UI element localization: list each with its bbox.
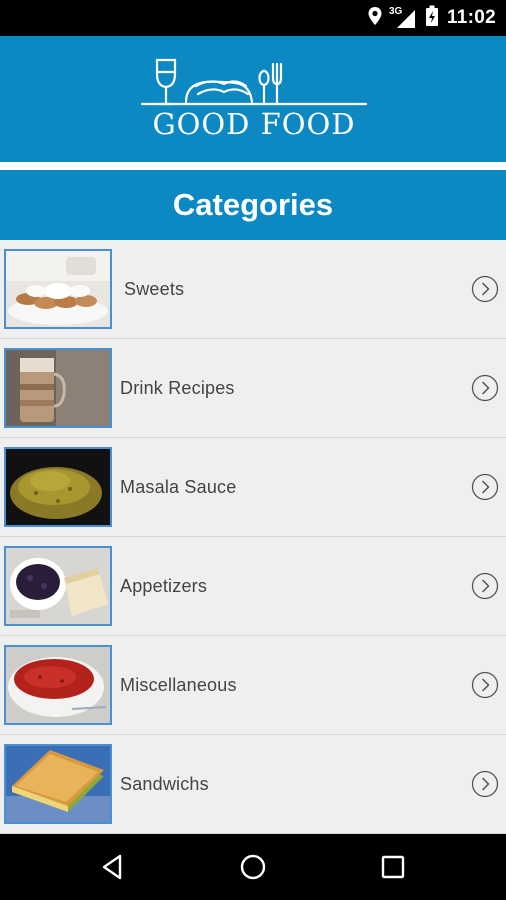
category-label: Appetizers bbox=[120, 576, 208, 596]
network-type-label: 3G bbox=[388, 6, 403, 17]
location-icon bbox=[367, 6, 383, 31]
masala-thumbnail bbox=[4, 447, 112, 527]
recents-icon[interactable] bbox=[378, 852, 408, 882]
categories-title-bar: Categories bbox=[0, 170, 506, 240]
home-icon[interactable] bbox=[238, 852, 268, 882]
category-label: Sandwichs bbox=[120, 774, 209, 794]
category-label: Miscellaneous bbox=[120, 675, 237, 695]
header-divider bbox=[0, 162, 506, 170]
category-item-sandwichs[interactable]: Sandwichs bbox=[0, 735, 506, 834]
category-label: Drink Recipes bbox=[120, 378, 235, 398]
category-item-masala-sauce[interactable]: Masala Sauce bbox=[0, 438, 506, 537]
chevron-right-icon[interactable] bbox=[471, 671, 499, 699]
soup-thumbnail bbox=[4, 645, 112, 725]
category-item-appetizers[interactable]: Appetizers bbox=[0, 537, 506, 636]
sweets-thumbnail bbox=[4, 249, 112, 329]
chevron-right-icon[interactable] bbox=[471, 473, 499, 501]
chevron-right-icon[interactable] bbox=[471, 374, 499, 402]
status-icons: 3G 11:02 bbox=[367, 0, 496, 36]
category-label: Masala Sauce bbox=[120, 477, 237, 497]
status-time: 11:02 bbox=[446, 7, 496, 28]
drink-thumbnail bbox=[4, 348, 112, 428]
page-title: Categories bbox=[172, 187, 334, 222]
back-icon[interactable] bbox=[98, 852, 128, 882]
chevron-right-icon[interactable] bbox=[471, 770, 499, 798]
category-item-sweets[interactable]: Sweets bbox=[0, 240, 506, 339]
category-label: Sweets bbox=[124, 279, 185, 299]
category-list[interactable]: Sweets Drink Recipes Masala Sauce Appeti… bbox=[0, 240, 506, 834]
signal-icon: 3G bbox=[388, 6, 417, 29]
navigation-bar bbox=[0, 834, 506, 900]
chevron-right-icon[interactable] bbox=[471, 275, 499, 303]
status-bar: 3G 11:02 bbox=[0, 0, 506, 36]
chevron-right-icon[interactable] bbox=[471, 572, 499, 600]
logo-graphic bbox=[140, 58, 368, 106]
app-header: GOOD FOOD bbox=[0, 36, 506, 162]
category-item-drink-recipes[interactable]: Drink Recipes bbox=[0, 339, 506, 438]
battery-icon bbox=[425, 5, 439, 32]
good-food-logo: GOOD FOOD bbox=[140, 56, 368, 140]
logo-text: GOOD FOOD bbox=[152, 107, 356, 141]
sandwich-thumbnail bbox=[4, 744, 112, 824]
category-item-miscellaneous[interactable]: Miscellaneous bbox=[0, 636, 506, 735]
appetizers-thumbnail bbox=[4, 546, 112, 626]
